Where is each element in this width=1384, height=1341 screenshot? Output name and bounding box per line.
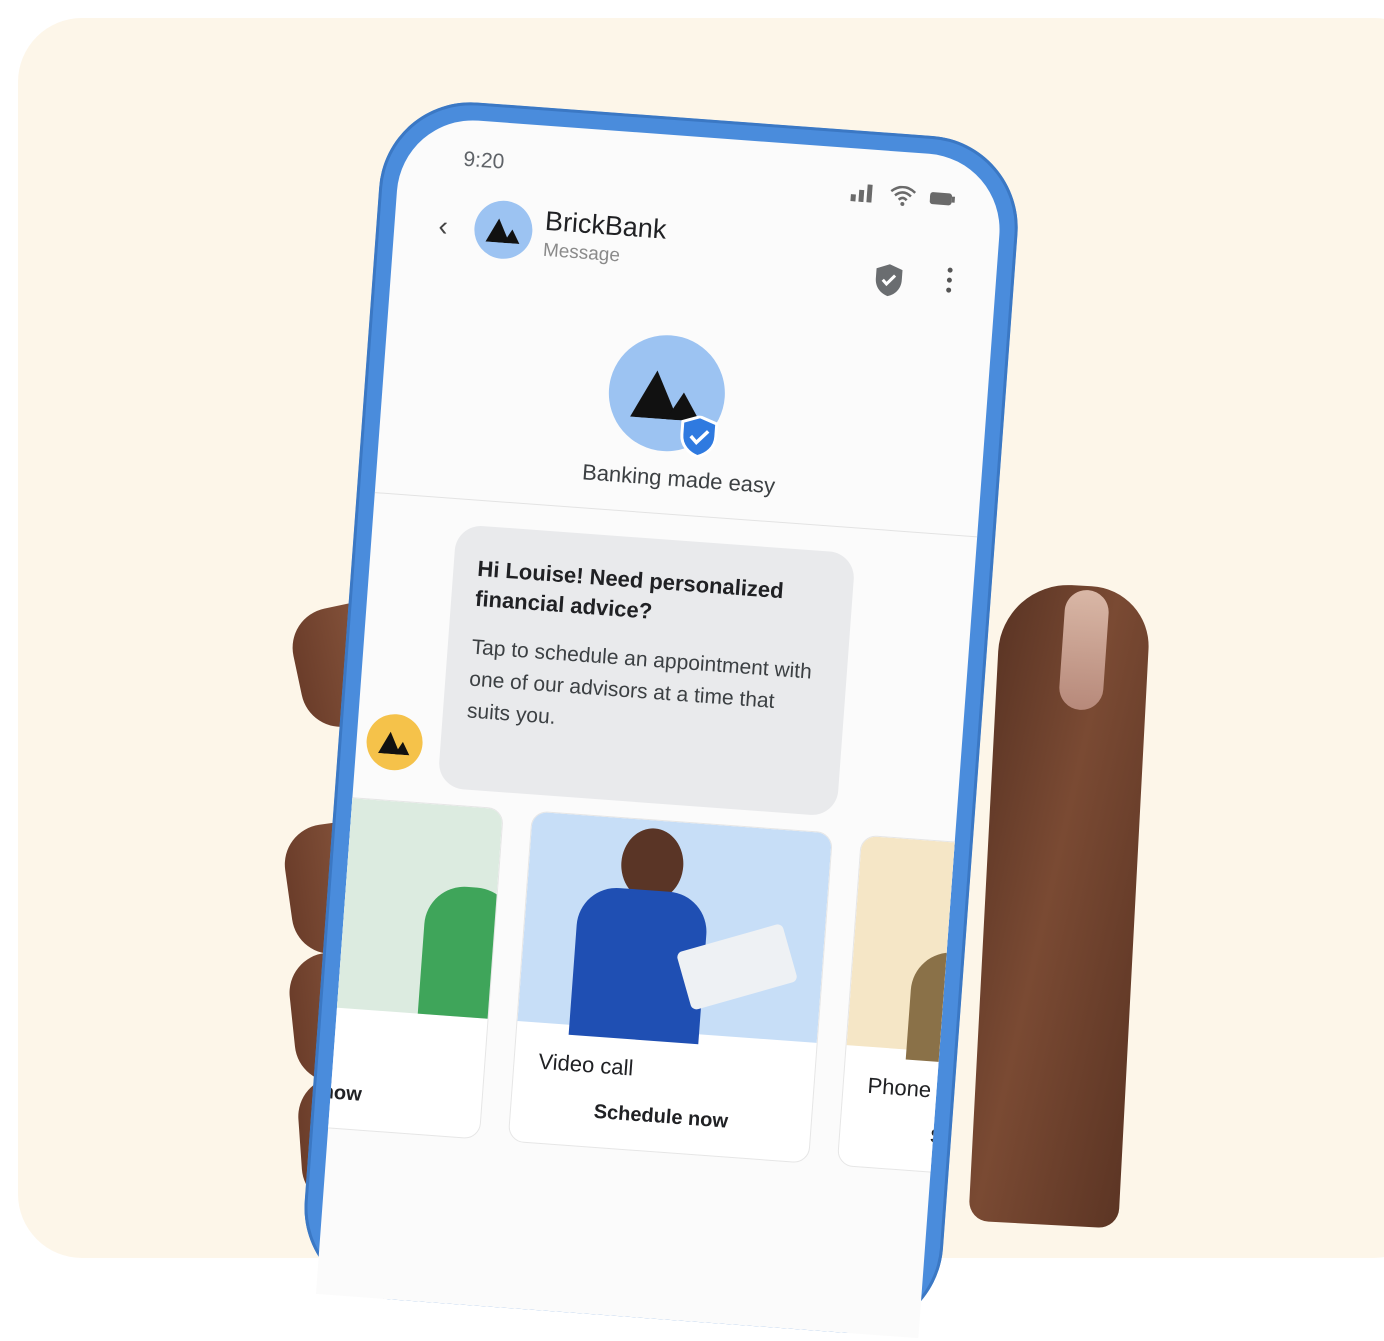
brand-avatar[interactable]	[472, 198, 535, 261]
mountain-logo-icon	[378, 731, 410, 756]
schedule-button[interactable]: Schedule now	[510, 1095, 811, 1140]
signal-icon	[849, 183, 877, 208]
phone-screen: 9:20 ‹ BrickBank Message Banking made ea…	[315, 115, 1005, 1339]
schedule-button[interactable]: now	[321, 1081, 482, 1116]
battery-icon	[929, 190, 956, 213]
bot-avatar	[364, 712, 425, 773]
card-title: Phone ca	[866, 1072, 962, 1105]
back-arrow-icon[interactable]: ‹	[437, 210, 449, 243]
more-options-icon[interactable]	[945, 267, 953, 293]
message-body: Tap to schedule an appointment with one …	[466, 635, 813, 729]
mountain-logo-icon	[630, 370, 700, 422]
appointment-card[interactable]: now	[315, 786, 505, 1140]
mountain-logo-icon	[485, 218, 520, 245]
shield-icon[interactable]	[872, 262, 905, 303]
phone-frame: 9:20 ‹ BrickBank Message Banking made ea…	[298, 95, 1025, 1340]
card-image	[315, 787, 505, 1021]
verified-shield-icon	[680, 415, 719, 459]
brand-subtitle: Message	[542, 239, 621, 267]
message-title: Hi Louise! Need personalized financial a…	[474, 555, 785, 624]
brand-title: BrickBank	[544, 205, 668, 245]
thumbnail	[1057, 588, 1111, 712]
status-time: 9:20	[462, 147, 506, 174]
phone: 9:20 ‹ BrickBank Message Banking made ea…	[298, 95, 1044, 1341]
card-carousel[interactable]: now Video call Schedule now Phone ca Sc	[315, 786, 1005, 1203]
video-call-card[interactable]: Video call Schedule now	[507, 810, 834, 1164]
wifi-icon	[889, 185, 917, 212]
card-title: Video call	[537, 1048, 635, 1081]
card-image	[517, 811, 833, 1045]
status-icons	[849, 182, 957, 215]
message-bubble[interactable]: Hi Louise! Need personalized financial a…	[437, 524, 856, 817]
